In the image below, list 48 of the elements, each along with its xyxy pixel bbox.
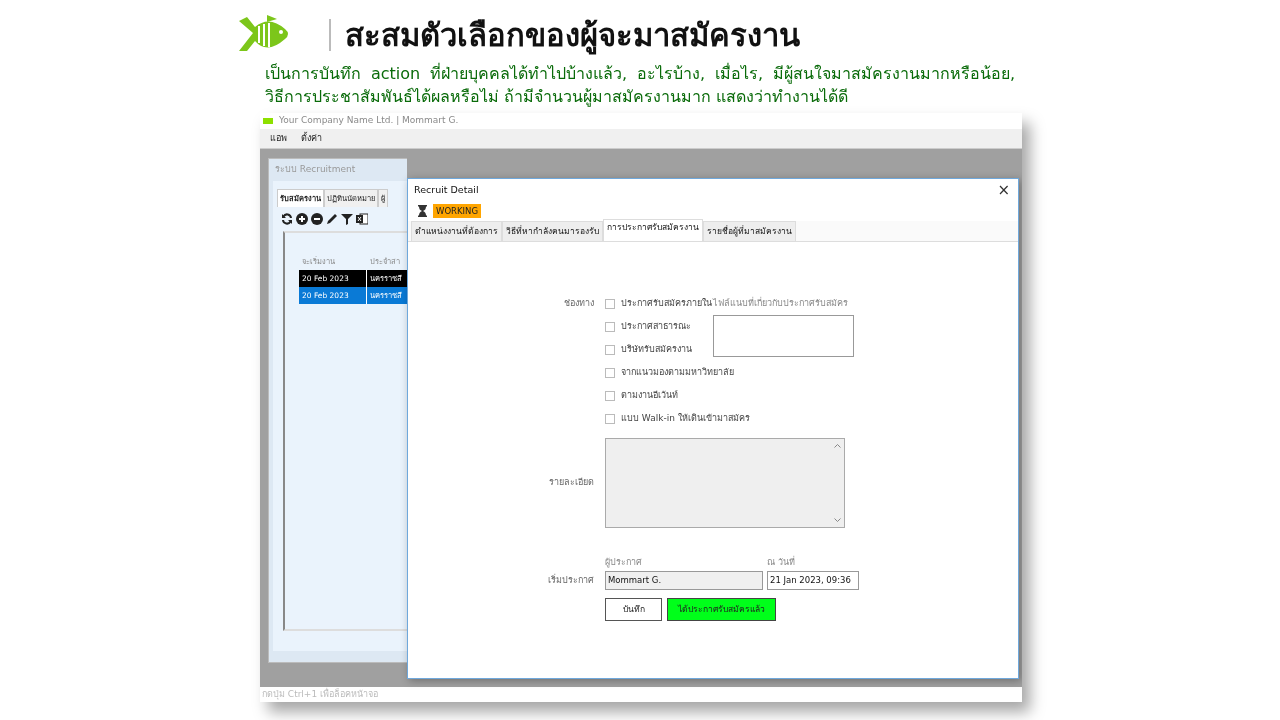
app-icon (263, 118, 273, 124)
details-textarea[interactable] (605, 437, 845, 528)
checkbox[interactable] (605, 367, 615, 378)
scroll-down-icon[interactable] (834, 517, 841, 522)
slide-description: เป็นการบันทึก action ที่ฝ่ายบุคคลได้ทำไปบ้างแล้ว, อะไรบ้าง, เมื่อไร, มีผู้สนใจมาสมัครงานมากหรือน้อย, วิธีการประชาสัมพันธ์ได้ผลหรือไม่ ถ้ามีจำนวนผู้มาสมัครงานมาก แสดงว่าทำงานได้ดี (265, 62, 1015, 108)
scroll-up-icon[interactable] (834, 443, 841, 448)
date-field[interactable]: 21 Jan 2023, 09:36 (767, 571, 859, 591)
checkbox[interactable] (605, 390, 615, 401)
checkbox[interactable] (605, 321, 615, 332)
checkbox-label: ประกาศสาธารณะ (621, 320, 691, 333)
spreadsheet-icon[interactable] (356, 213, 368, 226)
checkbox-label: ประกาศรับสมัครภายใน (621, 298, 712, 310)
menu-item[interactable]: ตั้งค่า (301, 131, 322, 146)
checkbox[interactable] (605, 413, 615, 424)
slide-title: สะสมตัวเลือกของผู้จะมาสมัครงาน (345, 16, 800, 57)
checkbox-label: แบบ Walk-in ให้เดินเข้ามาสมัคร (621, 412, 750, 425)
close-button[interactable]: × (995, 182, 1012, 198)
save-button[interactable]: บันทึก (605, 598, 662, 622)
field-label: เริ่มประกาศ (547, 574, 594, 587)
field-label: รายละเอียด (548, 476, 594, 489)
publisher-field[interactable]: Mommart G. (605, 571, 763, 591)
checkbox-label: ตามงานอีเว้นท์ (621, 389, 678, 402)
window-title: ระบบ Recruitment (274, 163, 357, 176)
checkbox-label: จากแนวมองตามมหาวิทยาลัย (621, 366, 734, 379)
field-label: ณ วันที่ (767, 555, 795, 569)
filter-icon[interactable] (341, 213, 353, 226)
menu-item[interactable]: แอพ (270, 131, 287, 146)
tab[interactable]: การประกาศรับสมัครงาน (603, 219, 703, 241)
window-title: Your Company Name Ltd. | Mommart G. (279, 114, 459, 128)
tab[interactable]: วิธีที่หากำลังคนมารองรับ (502, 221, 603, 241)
field-label: ผู้ประกาศ (605, 555, 643, 570)
pencil-icon[interactable] (326, 213, 338, 226)
dialog-title: Recruit Detail (414, 182, 479, 197)
announced-button[interactable]: ได้ประกาศรับสมัครแล้ว (667, 598, 776, 622)
field-label: ไฟล์แนบที่เกี่ยวกับประกาศรับสมัคร (713, 296, 849, 310)
attachment-box[interactable] (713, 315, 854, 358)
status-badge: WORKING (433, 203, 482, 219)
remove-icon[interactable] (311, 213, 323, 226)
checkbox[interactable] (605, 344, 615, 355)
status-bar: กดปุ่ม Ctrl+1 เพื่อล็อคหน้าจอ (260, 687, 1022, 702)
field-label: ช่องทาง (563, 296, 594, 310)
hourglass-icon (418, 205, 427, 217)
tab[interactable]: รายชื่อผู้ที่มาสมัครงาน (703, 221, 796, 241)
checkbox-label: บริษัทรับสมัครงาน (621, 343, 692, 356)
add-icon[interactable] (296, 213, 308, 226)
tab[interactable]: ตำแหน่งงานที่ต้องการ (411, 221, 502, 241)
checkbox[interactable] (605, 298, 615, 309)
refresh-icon[interactable] (281, 213, 293, 226)
